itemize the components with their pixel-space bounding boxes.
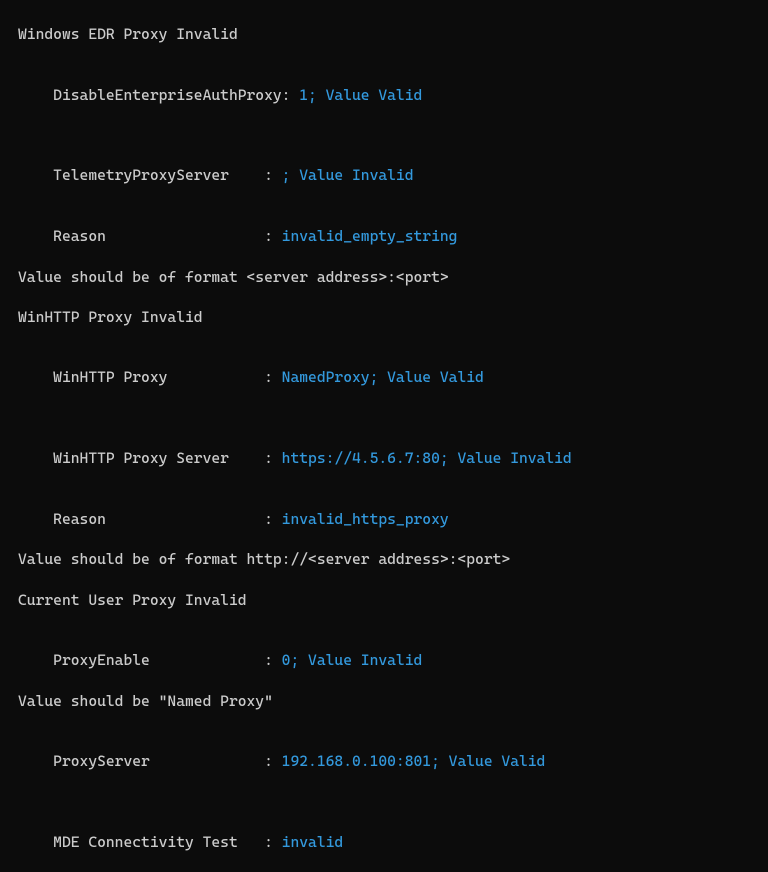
value-proxy-enable: 0; Value Invalid [282,651,423,669]
value-telemetry-reason: invalid_empty_string [282,227,458,245]
value-telemetry-proxy-server: ; Value Invalid [282,166,414,184]
label-winhttp-reason: Reason : [53,510,282,528]
value-winhttp-reason: invalid_https_proxy [282,510,449,528]
row-winhttp-proxy: WinHTTP Proxy : NamedProxy; Value Valid [18,347,750,408]
value-winhttp-proxy: NamedProxy; Value Valid [282,368,484,386]
value-mde-connectivity-test: invalid [282,833,344,851]
value-disable-auth-proxy: 1; Value Valid [299,86,422,104]
section-header-user-proxy: Current User Proxy Invalid [18,590,750,610]
row-proxy-server: ProxyServer : 192.168.0.100:801; Value V… [18,731,750,792]
section-header-winhttp: WinHTTP Proxy Invalid [18,307,750,327]
terminal-output: Windows EDR Proxy Invalid DisableEnterpr… [18,24,750,872]
row-telemetry-reason: Reason : invalid_empty_string [18,206,750,267]
label-mde-connectivity-test: MDE Connectivity Test : [53,833,282,851]
section-header-edr: Windows EDR Proxy Invalid [18,24,750,44]
label-winhttp-proxy: WinHTTP Proxy : [53,368,282,386]
hint-winhttp-format: Value should be of format http://<server… [18,549,750,569]
row-winhttp-proxy-server: WinHTTP Proxy Server : https://4.5.6.7:8… [18,428,750,489]
label-proxy-enable: ProxyEnable : [53,651,282,669]
label-winhttp-proxy-server: WinHTTP Proxy Server : [53,449,282,467]
label-telemetry-reason: Reason : [53,227,282,245]
row-proxy-enable: ProxyEnable : 0; Value Invalid [18,630,750,691]
value-proxy-server: 192.168.0.100:801; Value Valid [282,752,546,770]
hint-telemetry-format: Value should be of format <server addres… [18,267,750,287]
label-disable-auth-proxy: DisableEnterpriseAuthProxy: [53,86,299,104]
hint-proxy-enable: Value should be "Named Proxy" [18,691,750,711]
label-proxy-server: ProxyServer : [53,752,282,770]
row-disable-auth-proxy: DisableEnterpriseAuthProxy: 1; Value Val… [18,64,750,125]
row-telemetry-proxy-server: TelemetryProxyServer : ; Value Invalid [18,145,750,206]
value-winhttp-proxy-server: https://4.5.6.7:80; Value Invalid [282,449,572,467]
row-winhttp-reason: Reason : invalid_https_proxy [18,489,750,550]
row-mde-connectivity-test: MDE Connectivity Test : invalid [18,812,750,872]
label-telemetry-proxy-server: TelemetryProxyServer : [53,166,282,184]
